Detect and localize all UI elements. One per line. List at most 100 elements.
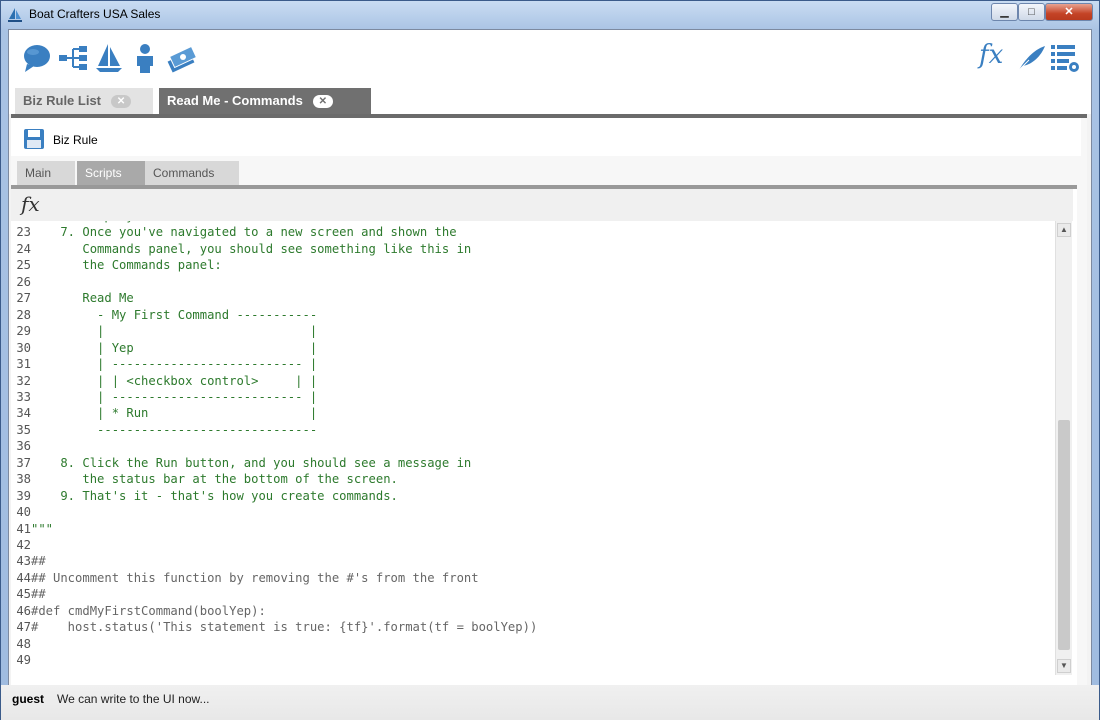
line-text: | Yep | — [31, 340, 318, 355]
code-line: 36 — [11, 438, 31, 454]
line-number: 45 — [16, 587, 31, 602]
code-area[interactable]: 22 display it.23 7. Once you've navigate… — [11, 221, 1051, 677]
list-settings-icon[interactable] — [1049, 42, 1081, 74]
code-line: 24 Commands panel, you should see someth… — [11, 241, 471, 257]
line-number: 24 — [16, 241, 31, 256]
line-number: 35 — [16, 422, 31, 437]
tab-label: Biz Rule List — [23, 93, 102, 108]
script-editor: fx 22 display it.23 7. Once you've navig… — [11, 185, 1077, 710]
line-text: Read Me — [31, 291, 134, 306]
line-text: Commands panel, you should see something… — [31, 241, 472, 256]
chat-bubble-icon[interactable] — [21, 42, 53, 74]
tab-main[interactable]: Main — [17, 161, 75, 185]
main-toolbar: fx — [9, 30, 1091, 88]
fx-icon[interactable]: fx — [979, 40, 1011, 72]
code-line: 33 | -------------------------- | — [11, 389, 317, 405]
line-number: 46 — [16, 603, 31, 618]
window-title: Boat Crafters USA Sales — [29, 7, 161, 21]
line-text: | -------------------------- | — [31, 389, 318, 404]
line-text: ## Uncomment this function by removing t… — [31, 570, 479, 585]
line-text: - My First Command ----------- — [31, 307, 318, 322]
status-message: We can write to the UI now... — [57, 692, 210, 706]
tab-scripts[interactable]: Scripts — [77, 161, 149, 185]
line-number: 33 — [16, 389, 31, 404]
fx-icon[interactable]: fx — [21, 192, 40, 216]
app-window: Boat Crafters USA Sales ▁ □ ✕ fx Biz Rul… — [0, 0, 1100, 720]
line-number: 26 — [16, 274, 31, 289]
code-line: 43## — [11, 553, 46, 569]
code-line: 38 the status bar at the bottom of the s… — [11, 471, 398, 487]
code-line: 49 — [11, 652, 31, 668]
line-text: ------------------------------ — [31, 422, 318, 437]
code-line: 46#def cmdMyFirstCommand(boolYep): — [11, 603, 266, 619]
line-number: 23 — [16, 225, 31, 240]
line-text: # host.status('This statement is true: {… — [31, 620, 538, 635]
code-line: 28 - My First Command ----------- — [11, 307, 317, 323]
close-tab-icon[interactable]: ✕ — [312, 95, 333, 109]
sailboat-icon[interactable] — [93, 42, 125, 74]
quill-icon[interactable] — [1015, 42, 1047, 74]
code-line: 23 7. Once you've navigated to a new scr… — [11, 224, 457, 240]
tab-label: Read Me - Commands — [167, 93, 303, 108]
code-line: 48 — [11, 636, 31, 652]
line-text: 8. Click the Run button, and you should … — [31, 455, 472, 470]
code-line: 42 — [11, 537, 31, 553]
line-text: the status bar at the bottom of the scre… — [31, 472, 398, 487]
biz-rule-toolbar: Biz Rule — [11, 118, 1081, 156]
code-line: 35 ------------------------------ — [11, 422, 317, 438]
code-line: 37 8. Click the Run button, and you shou… — [11, 455, 471, 471]
scroll-down-icon[interactable]: ▼ — [1057, 659, 1071, 673]
sub-tabs: Main Scripts Commands — [11, 159, 1081, 185]
sailboat-app-icon — [8, 8, 22, 22]
line-number: 27 — [16, 291, 31, 306]
code-line: 47# host.status('This statement is true:… — [11, 619, 537, 635]
money-icon[interactable] — [165, 42, 197, 74]
save-icon[interactable] — [23, 128, 45, 150]
line-number: 38 — [16, 472, 31, 487]
tab-commands[interactable]: Commands — [145, 161, 239, 185]
line-number: 25 — [16, 258, 31, 273]
line-number: 49 — [16, 653, 31, 668]
code-line: 31 | -------------------------- | — [11, 356, 317, 372]
line-text: """ — [31, 521, 54, 536]
code-line: 30 | Yep | — [11, 340, 317, 356]
share-tree-icon[interactable] — [57, 42, 89, 74]
line-text: ## — [31, 587, 46, 602]
line-text: ## — [31, 554, 46, 569]
maximize-button[interactable]: □ — [1018, 3, 1045, 21]
close-tab-icon[interactable]: ✕ — [111, 95, 132, 109]
line-text: 9. That's it - that's how you create com… — [31, 488, 398, 503]
scroll-up-icon[interactable]: ▲ — [1057, 223, 1071, 237]
line-text: | | <checkbox control> | | — [31, 373, 318, 388]
code-line: 40 — [11, 504, 31, 520]
vertical-scrollbar[interactable]: ▲ ▼ — [1055, 221, 1072, 675]
code-line: 34 | * Run | — [11, 405, 317, 421]
line-number: 41 — [16, 521, 31, 536]
code-line: 29 | | — [11, 323, 317, 339]
user-icon[interactable] — [129, 42, 161, 74]
line-text: | -------------------------- | — [31, 357, 318, 372]
line-number: 28 — [16, 307, 31, 322]
scroll-thumb[interactable] — [1058, 420, 1070, 650]
code-line: 27 Read Me — [11, 290, 134, 306]
line-text: the Commands panel: — [31, 258, 222, 273]
line-text: #def cmdMyFirstCommand(boolYep): — [31, 603, 266, 618]
line-number: 34 — [16, 406, 31, 421]
code-line: 41""" — [11, 521, 53, 537]
line-number: 30 — [16, 340, 31, 355]
status-bar: guest We can write to the UI now... — [1, 685, 1099, 720]
line-text: 7. Once you've navigated to a new screen… — [31, 225, 457, 240]
line-number: 29 — [16, 324, 31, 339]
line-number: 48 — [16, 636, 31, 651]
code-line: 25 the Commands panel: — [11, 257, 222, 273]
tab-read-me-commands[interactable]: Read Me - Commands ✕ — [159, 88, 371, 114]
close-window-button[interactable]: ✕ — [1045, 3, 1093, 21]
line-text: | * Run | — [31, 406, 318, 421]
line-number: 31 — [16, 357, 31, 372]
line-number: 37 — [16, 455, 31, 470]
tab-biz-rule-list[interactable]: Biz Rule List ✕ — [15, 88, 153, 114]
line-number: 44 — [16, 570, 31, 585]
biz-rule-label: Biz Rule — [53, 133, 98, 147]
line-number: 47 — [16, 620, 31, 635]
minimize-button[interactable]: ▁ — [991, 3, 1018, 21]
